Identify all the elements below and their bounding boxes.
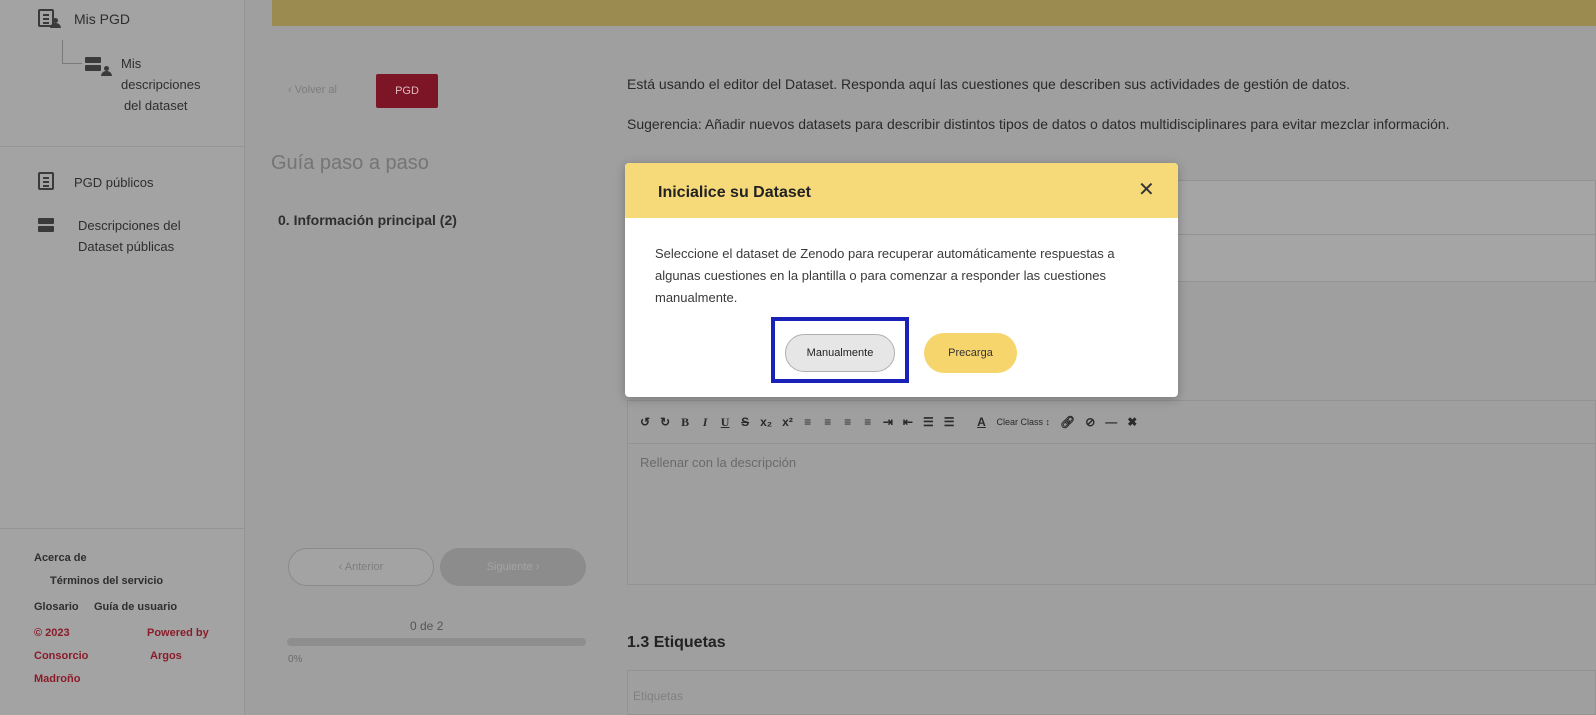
document-user-icon	[38, 9, 61, 28]
sidebar-item-label: Mis PGD	[74, 11, 130, 27]
highlight-box	[771, 317, 909, 383]
horizontal-rule-icon[interactable]: —	[1105, 415, 1117, 429]
underline-icon[interactable]: U	[720, 415, 730, 430]
indent-icon[interactable]: ⇥	[883, 415, 893, 429]
superscript-icon[interactable]: x²	[782, 415, 793, 429]
progress-percent: 0%	[288, 654, 303, 665]
sidebar-item-my-dataset-descriptions[interactable]: Mis descripciones del dataset	[85, 53, 201, 116]
pgd-button[interactable]: PGD	[376, 74, 438, 108]
section-link-main-info[interactable]: 0. Información principal (2)	[278, 212, 457, 228]
glossary-link[interactable]: Glosario	[34, 601, 79, 613]
back-label: Volver al	[294, 84, 337, 96]
chevron-right-icon: ›	[535, 561, 540, 573]
align-right-icon[interactable]: ≡	[843, 415, 853, 429]
user-guide-link[interactable]: Guía de usuario	[94, 601, 177, 613]
preload-button[interactable]: Precarga	[924, 333, 1017, 373]
sidebar-item-label: PGD públicos	[74, 175, 154, 190]
previous-button[interactable]: ‹ Anterior	[288, 548, 434, 586]
clear-format-icon[interactable]: ✖	[1127, 415, 1137, 429]
editor-toolbar: ↺ ↻ B I U S x₂ x² ≡ ≡ ≡ ≡ ⇥ ⇤ ☰ ☰ A Clea…	[627, 400, 1596, 444]
outdent-icon[interactable]: ⇤	[903, 415, 913, 429]
org-link-line2[interactable]: Madroño	[34, 673, 80, 685]
intro-text: Está usando el editor del Dataset. Respo…	[627, 76, 1351, 92]
progress-count: 0 de 2	[410, 619, 444, 633]
sidebar-item-public-dmps[interactable]: PGD públicos	[38, 172, 153, 193]
org-link[interactable]: Consorcio	[34, 650, 88, 662]
align-center-icon[interactable]: ≡	[823, 415, 833, 429]
undo-icon[interactable]: ↺	[640, 415, 650, 429]
editor-placeholder: Rellenar con la descripción	[640, 455, 797, 470]
bullet-list-icon[interactable]: ☰	[923, 415, 934, 429]
italic-icon[interactable]: I	[700, 415, 710, 430]
numbered-list-icon[interactable]: ☰	[944, 415, 955, 429]
align-left-icon[interactable]: ≡	[803, 415, 813, 429]
sidebar-divider	[0, 528, 245, 529]
powered-by-text: Powered by	[147, 627, 209, 639]
clear-class-select[interactable]: Clear Class ↕	[996, 417, 1050, 427]
link-icon[interactable]: 🔗︎	[1060, 415, 1075, 429]
copyright-text: © 2023	[34, 627, 70, 639]
sidebar: Mis PGD Mis descripciones del dataset PG…	[0, 0, 245, 715]
next-button[interactable]: Siguiente ›	[440, 548, 586, 586]
dataset-icon	[38, 218, 56, 234]
strikethrough-icon[interactable]: S	[740, 415, 750, 429]
dataset-user-icon	[85, 57, 112, 76]
close-icon[interactable]: ✕	[1138, 177, 1155, 202]
progress-bar	[287, 638, 586, 646]
chevron-left-icon: ‹	[288, 84, 292, 96]
sidebar-item-public-dataset-descriptions[interactable]: Descripciones del Dataset públicas	[38, 215, 181, 257]
tags-input[interactable]	[627, 670, 1596, 715]
tree-connector	[62, 40, 82, 64]
redo-icon[interactable]: ↻	[660, 415, 670, 429]
dialog-title: Inicialice su Dataset	[658, 184, 811, 201]
guide-title: Guía paso a paso	[271, 152, 429, 174]
tags-heading: 1.3 Etiquetas	[627, 634, 726, 651]
unlink-icon[interactable]: ⊘	[1085, 415, 1095, 429]
align-justify-icon[interactable]: ≡	[863, 415, 873, 429]
terms-link[interactable]: Términos del servicio	[50, 575, 163, 587]
sidebar-item-label: Mis descripciones del dataset	[121, 56, 201, 113]
argos-link[interactable]: Argos	[150, 650, 182, 662]
about-link[interactable]: Acerca de	[34, 552, 87, 564]
chevron-left-icon: ‹	[338, 561, 343, 573]
document-icon	[38, 172, 54, 190]
font-color-icon[interactable]: A	[976, 415, 986, 429]
initialize-dataset-dialog: Inicialice su Dataset ✕ Seleccione el da…	[625, 163, 1178, 397]
sidebar-divider	[0, 146, 245, 147]
top-banner	[272, 0, 1596, 26]
back-link[interactable]: ‹ Volver al	[288, 84, 337, 96]
sidebar-item-label: Descripciones del Dataset públicas	[78, 218, 181, 254]
dialog-body-text: Seleccione el dataset de Zenodo para rec…	[655, 246, 1115, 305]
subscript-icon[interactable]: x₂	[760, 415, 772, 429]
sidebar-item-my-dmps[interactable]: Mis PGD	[38, 9, 130, 30]
suggestion-text: Sugerencia: Añadir nuevos datasets para …	[627, 116, 1450, 132]
tags-placeholder: Etiquetas	[633, 689, 684, 703]
bold-icon[interactable]: B	[680, 415, 690, 430]
